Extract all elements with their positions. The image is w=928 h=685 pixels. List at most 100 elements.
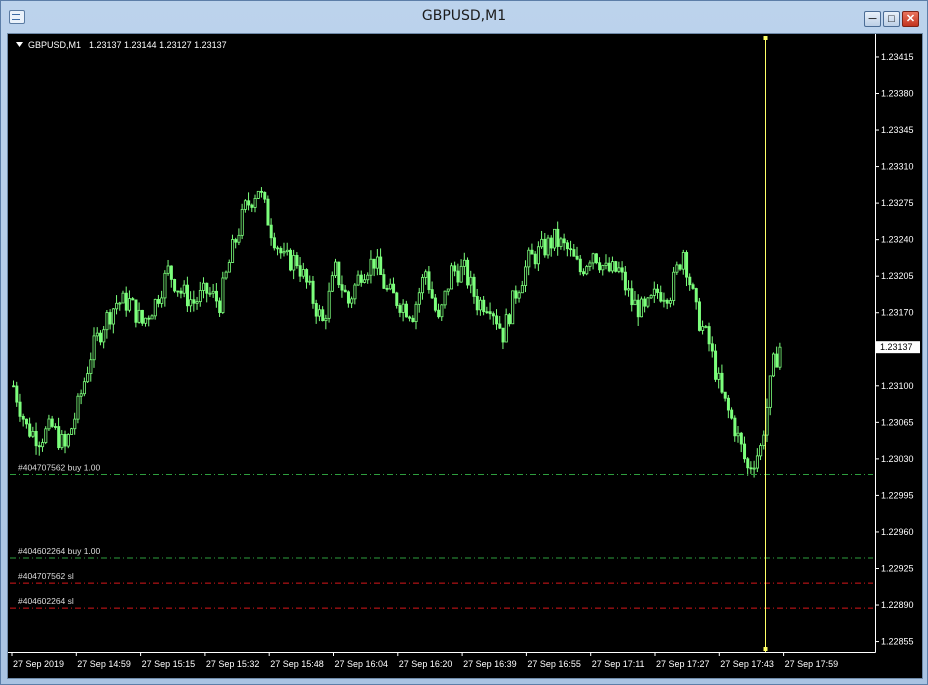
- candle-body: [533, 253, 537, 265]
- candle-body: [153, 299, 157, 317]
- candle-body: [44, 428, 48, 443]
- candle-body: [678, 264, 682, 270]
- candle-body: [131, 298, 135, 301]
- current-price-label: 1.23137: [880, 342, 913, 352]
- candle-body: [169, 265, 173, 280]
- candle-body: [672, 271, 676, 301]
- time-tick-label: 27 Sep 16:04: [335, 659, 389, 669]
- price-tick-label: 1.23345: [881, 125, 914, 135]
- candle-body: [569, 248, 573, 251]
- candle-body: [369, 258, 373, 276]
- candle-body: [430, 289, 434, 299]
- candle-body: [330, 275, 334, 292]
- candle-body: [443, 290, 447, 306]
- candle-body: [578, 258, 582, 273]
- candle-body: [95, 332, 99, 337]
- candle-body: [41, 442, 45, 448]
- cursor-handle-top[interactable]: [763, 36, 768, 40]
- candle-body: [234, 239, 238, 243]
- candle-body: [372, 258, 376, 269]
- candle-body: [707, 326, 711, 345]
- candle-body: [173, 279, 177, 292]
- candle-body: [21, 415, 25, 420]
- order-label: #404602264 sl: [18, 596, 74, 606]
- candle-body: [28, 423, 32, 437]
- candle-body: [253, 198, 257, 208]
- candle-body: [15, 385, 19, 403]
- price-tick-label: 1.22995: [881, 490, 914, 500]
- candle-body: [646, 297, 650, 307]
- candle-body: [89, 359, 93, 374]
- candle-body: [749, 467, 753, 470]
- candle-body: [137, 309, 141, 323]
- candle-body: [478, 299, 482, 311]
- time-tick-label: 27 Sep 15:32: [206, 659, 260, 669]
- candle-body: [623, 271, 627, 291]
- candle-body: [675, 264, 679, 273]
- candle-body: [102, 329, 106, 343]
- candle-body: [144, 317, 148, 324]
- candle-body: [585, 266, 589, 275]
- candle-body: [57, 426, 61, 449]
- time-tick-label: 27 Sep 16:39: [463, 659, 517, 669]
- price-tick-label: 1.23240: [881, 235, 914, 245]
- candle-body: [324, 317, 328, 322]
- candle-body: [202, 282, 206, 291]
- time-tick-label: 27 Sep 15:15: [142, 659, 196, 669]
- candle-body: [66, 434, 70, 447]
- candle-body: [240, 209, 244, 236]
- candle-body: [594, 253, 598, 264]
- price-tick-label: 1.23415: [881, 52, 914, 62]
- candle-body: [459, 265, 463, 283]
- candle-body: [311, 280, 315, 304]
- candle-body: [543, 238, 547, 256]
- candle-body: [556, 228, 560, 247]
- minimize-icon: ─: [868, 13, 877, 25]
- candle-body: [549, 237, 553, 249]
- candle-body: [79, 393, 83, 397]
- candle-body: [768, 375, 772, 408]
- candle-body: [34, 430, 38, 447]
- candle-body: [408, 316, 412, 319]
- candle-body: [63, 433, 67, 447]
- price-chart[interactable]: #404707562 buy 1.00 #404602264 buy 1.00 #4…: [8, 34, 922, 678]
- candle-body: [285, 249, 289, 253]
- candle-body: [501, 327, 505, 343]
- candle-body: [266, 198, 270, 226]
- candle-body: [340, 284, 344, 291]
- candle-body: [472, 276, 476, 297]
- candle-body: [491, 313, 495, 317]
- candle-body: [256, 190, 260, 199]
- candle-body: [411, 317, 415, 323]
- candle-body: [31, 430, 35, 437]
- candle-body: [485, 311, 489, 314]
- cursor-handle-bottom[interactable]: [763, 647, 768, 651]
- candle-body: [395, 292, 399, 306]
- window-title: GBPUSD,M1: [421, 8, 507, 24]
- minimize-button[interactable]: ─: [864, 11, 881, 27]
- maximize-icon: □: [888, 13, 895, 25]
- candle-body: [504, 314, 508, 343]
- title-bar[interactable]: GBPUSD,M1 ─ □ ✕: [1, 1, 927, 31]
- close-button[interactable]: ✕: [902, 11, 919, 27]
- candle-body: [163, 272, 167, 299]
- chart-area[interactable]: #404707562 buy 1.00 #404602264 buy 1.00 #4…: [7, 33, 923, 679]
- time-tick-label: 27 Sep 14:59: [77, 659, 131, 669]
- candle-body: [765, 406, 769, 436]
- price-tick-label: 1.23170: [881, 308, 914, 318]
- candle-body: [18, 401, 22, 417]
- candle-body: [379, 256, 383, 275]
- candle-body: [128, 298, 132, 311]
- candle-body: [105, 312, 109, 331]
- candle-body: [591, 253, 595, 264]
- candle-body: [704, 326, 708, 328]
- candle-body: [214, 290, 218, 302]
- candle-body: [620, 267, 624, 273]
- maximize-button[interactable]: □: [883, 11, 900, 27]
- candle-body: [140, 309, 144, 324]
- price-tick-label: 1.23310: [881, 162, 914, 172]
- candle-body: [733, 417, 737, 437]
- candle-body: [231, 239, 235, 263]
- candle-body: [276, 247, 280, 250]
- candle-body: [166, 265, 170, 274]
